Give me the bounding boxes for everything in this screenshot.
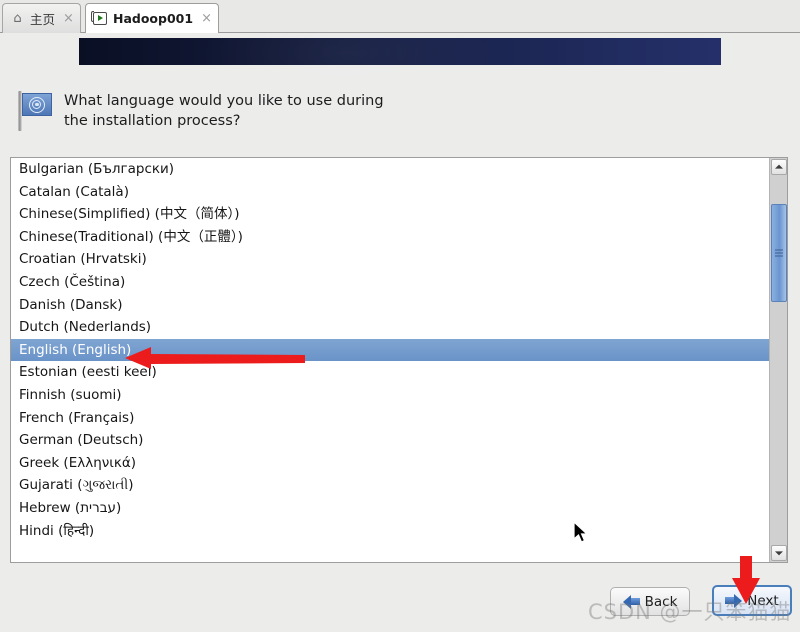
language-list-item[interactable]: Finnish (suomi) xyxy=(11,384,769,407)
language-list-item[interactable]: Croatian (Hrvatski) xyxy=(11,248,769,271)
tab-home[interactable]: ⌂ 主页 × xyxy=(2,3,81,33)
language-list-item[interactable]: French (Français) xyxy=(11,407,769,430)
un-flag-icon xyxy=(12,88,56,132)
installer-banner xyxy=(79,0,721,108)
mouse-cursor xyxy=(573,521,589,543)
language-list-item[interactable]: Hindi (हिन्दी) xyxy=(11,520,769,543)
language-list-item[interactable]: Greek (Ελληνικά) xyxy=(11,452,769,475)
scroll-up-icon[interactable] xyxy=(771,159,787,175)
tab-hadoop001-label: Hadoop001 xyxy=(113,11,194,26)
terminal-icon xyxy=(91,11,108,26)
csdn-watermark: CSDN @一只笨猫猫 xyxy=(588,600,792,624)
language-question-row: What language would you like to use duri… xyxy=(12,88,552,132)
tab-home-close-icon[interactable]: × xyxy=(63,12,74,25)
scrollbar-thumb[interactable] xyxy=(771,204,787,302)
language-list: Bulgarian (Български) Catalan (Català) Chi… xyxy=(11,158,769,542)
language-list-item[interactable]: Dutch (Nederlands) xyxy=(11,316,769,339)
language-list-item[interactable]: Estonian (eesti keel) xyxy=(11,361,769,384)
tab-hadoop001[interactable]: Hadoop001 × xyxy=(85,3,219,33)
language-list-item[interactable]: Gujarati (ગુજરાતી) xyxy=(11,474,769,497)
language-list-item[interactable]: Czech (Čeština) xyxy=(11,271,769,294)
home-icon: ⌂ xyxy=(13,11,22,26)
tab-hadoop001-close-icon[interactable]: × xyxy=(201,12,212,25)
language-list-item[interactable]: Danish (Dansk) xyxy=(11,294,769,317)
scroll-down-icon[interactable] xyxy=(771,545,787,561)
language-list-item[interactable]: Hebrew (עברית) xyxy=(11,497,769,520)
language-question-text: What language would you like to use duri… xyxy=(64,93,384,129)
language-listbox[interactable]: Bulgarian (Български) Catalan (Català) Chi… xyxy=(10,157,788,563)
language-list-scrollbar[interactable] xyxy=(769,158,787,562)
language-list-item[interactable]: English (English) xyxy=(11,338,769,362)
language-list-item[interactable]: Chinese(Simplified) (中文（简体）) xyxy=(11,203,769,226)
language-list-item[interactable]: Bulgarian (Български) xyxy=(11,158,769,181)
language-list-item[interactable]: Catalan (Català) xyxy=(11,181,769,204)
language-list-item[interactable]: German (Deutsch) xyxy=(11,429,769,452)
language-list-item[interactable]: Chinese(Traditional) (中文（正體）) xyxy=(11,226,769,249)
tab-home-label: 主页 xyxy=(30,12,56,27)
